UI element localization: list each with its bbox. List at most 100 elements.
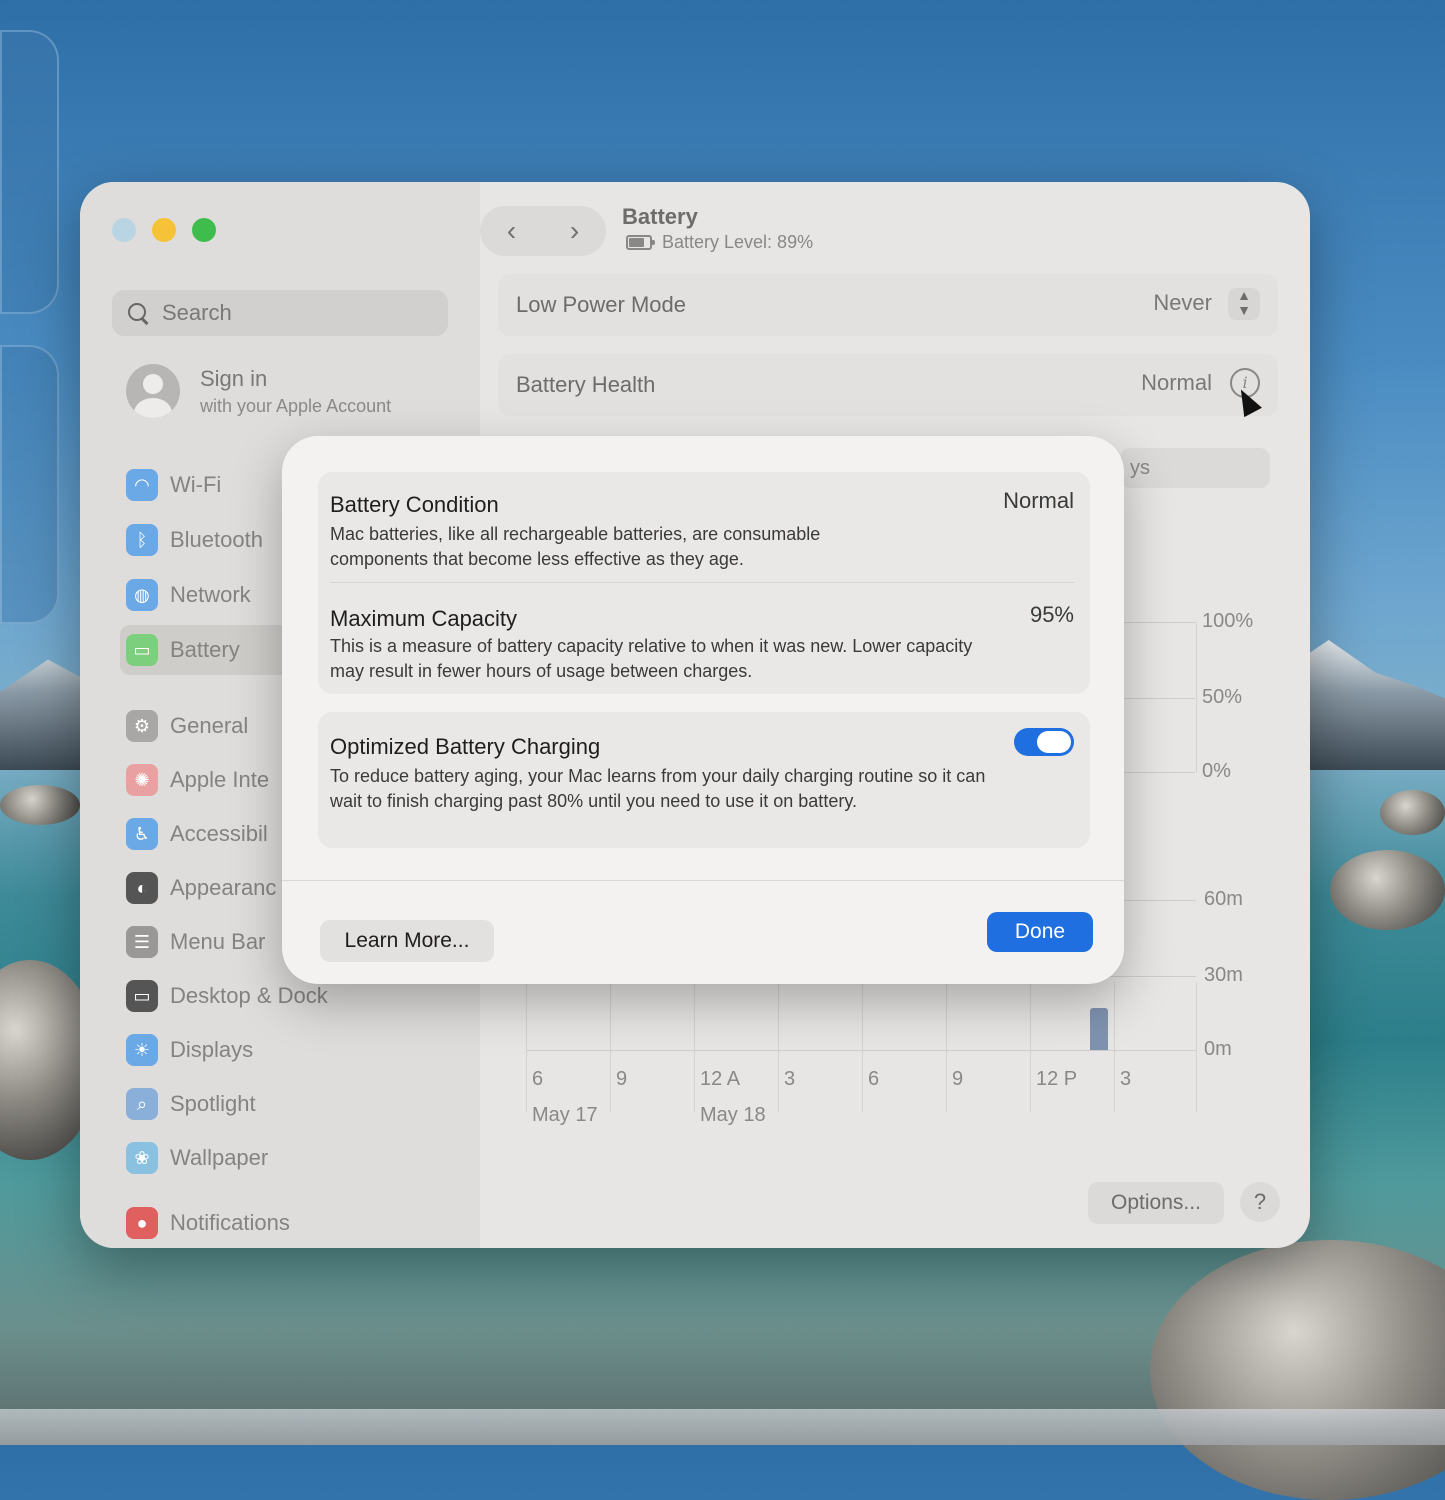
sidebar-item-displays[interactable]: ☀ Displays: [120, 1025, 450, 1075]
x-tick-label: 3: [1120, 1068, 1132, 1090]
optimized-charging-card: Optimized Battery Charging To reduce bat…: [318, 712, 1090, 848]
account-title: Sign in: [200, 365, 268, 391]
background-window-edge: [0, 345, 59, 624]
chart-gridline-vertical: [1196, 982, 1197, 1112]
usage-bar: [1090, 1008, 1108, 1050]
x-tick-label: 6: [532, 1068, 544, 1090]
battery-health-label: Battery Health: [516, 372, 656, 397]
wallpaper-rock: [0, 785, 80, 825]
x-tick-label: 12 A: [700, 1068, 741, 1090]
background-window-edge: [0, 30, 59, 314]
help-button[interactable]: ?: [1240, 1182, 1280, 1222]
back-button[interactable]: ‹: [507, 215, 516, 247]
sidebar-item-label: Menu Bar: [170, 929, 266, 954]
level-tick-label: 0%: [1202, 760, 1231, 782]
date-label: May 17: [532, 1104, 598, 1126]
gear-icon: ⚙: [126, 710, 158, 742]
wallpaper-rock: [1380, 790, 1445, 835]
accessibility-icon: ♿: [126, 818, 158, 850]
sidebar-item-label: General: [170, 713, 249, 738]
battery-icon: ▭: [126, 634, 158, 666]
spotlight-icon: ⌕: [126, 1088, 158, 1120]
account-subtitle: with your Apple Account: [200, 395, 392, 416]
battery-health-row: Battery Health Normal i: [498, 354, 1278, 416]
low-power-mode-value[interactable]: Never: [1153, 290, 1212, 316]
wallpaper-mountain: [1290, 640, 1445, 770]
wallpaper-rock: [1150, 1240, 1445, 1500]
battery-condition-value: Normal: [1003, 488, 1074, 513]
level-tick-label: 100%: [1202, 610, 1254, 632]
sidebar-item-label: Network: [170, 582, 251, 607]
sidebar-item-label: Bluetooth: [170, 527, 263, 552]
forward-button[interactable]: ›: [570, 215, 579, 247]
x-tick-label: 3: [784, 1068, 796, 1090]
segmented-control-partial[interactable]: ys: [1120, 448, 1270, 488]
battery-health-value: Normal: [1141, 370, 1212, 395]
done-button[interactable]: Done: [987, 912, 1093, 952]
sidebar-item-wallpaper[interactable]: ❀ Wallpaper: [120, 1133, 450, 1183]
level-tick-label: 50%: [1202, 686, 1243, 708]
maximum-capacity-description: This is a measure of battery capacity re…: [330, 636, 973, 681]
chart-gridline-vertical: [862, 982, 863, 1112]
close-button[interactable]: [112, 218, 136, 242]
battery-level: Battery Level: 89%: [626, 232, 813, 253]
dock: [0, 1409, 1445, 1445]
sidebar-item-label: Accessibil: [170, 821, 268, 846]
battery-condition-description: Mac batteries, like all rechargeable bat…: [330, 524, 821, 569]
appearance-icon: ◐: [126, 872, 158, 904]
maximum-capacity-value: 95%: [1029, 602, 1074, 627]
divider: [282, 880, 1124, 881]
wallpaper-icon: ❀: [126, 1142, 158, 1174]
displays-icon: ☀: [126, 1034, 158, 1066]
wallpaper-rock: [1330, 850, 1445, 930]
optimized-charging-toggle[interactable]: [1014, 728, 1074, 756]
chart-gridline-vertical: [1030, 982, 1031, 1112]
sidebar-item-label: Spotlight: [170, 1091, 256, 1116]
desktop-dock-icon: ▭: [126, 980, 158, 1012]
battery-condition-title: Battery Condition: [330, 492, 499, 517]
maximum-capacity-title: Maximum Capacity: [330, 606, 518, 631]
x-tick-label: 12 P: [1036, 1068, 1078, 1090]
zoom-button[interactable]: [192, 218, 216, 242]
sidebar-item-label: Notifications: [170, 1210, 290, 1235]
sidebar-item-label: Desktop & Dock: [170, 983, 328, 1008]
search-icon: [126, 301, 150, 325]
x-tick-label: 9: [616, 1068, 628, 1090]
low-power-mode-row: Low Power Mode Never ▲ ▼: [498, 274, 1278, 336]
apple-account-sign-in[interactable]: Sign in with your Apple Account: [126, 364, 391, 418]
search-field[interactable]: Search: [112, 290, 448, 336]
bluetooth-icon: ᛒ: [126, 524, 158, 556]
apple-intelligence-icon: ✺: [126, 764, 158, 796]
sidebar-item-label: Battery: [170, 637, 240, 662]
chart-gridline-vertical: [526, 982, 527, 1112]
learn-more-button[interactable]: Learn More...: [320, 920, 494, 962]
minimize-button[interactable]: [152, 218, 176, 242]
search-placeholder: Search: [162, 300, 232, 325]
up-down-chevron-icon[interactable]: ▲ ▼: [1228, 288, 1260, 320]
chart-gridline-vertical: [946, 982, 947, 1112]
notifications-icon: ●: [126, 1207, 158, 1239]
chart-gridline-vertical: [1196, 622, 1197, 772]
battery-icon: [626, 235, 655, 250]
chart-gridline-vertical: [610, 982, 611, 1112]
battery-condition-card: Battery Condition Normal Mac batteries, …: [318, 472, 1090, 694]
chart-gridline-vertical: [778, 982, 779, 1112]
usage-tick-label: 0m: [1204, 1038, 1232, 1060]
wifi-icon: ◠: [126, 469, 158, 501]
globe-icon: ◍: [126, 579, 158, 611]
level-gridline: [1120, 622, 1195, 623]
battery-level-text: Battery Level: 89%: [662, 232, 814, 252]
sidebar-item-spotlight[interactable]: ⌕ Spotlight: [120, 1079, 450, 1129]
low-power-mode-label: Low Power Mode: [516, 292, 686, 317]
avatar: [126, 364, 180, 418]
divider: [330, 582, 1074, 583]
options-button[interactable]: Options...: [1088, 1182, 1224, 1224]
history-navigation: ‹ ›: [480, 206, 606, 256]
sidebar-item-notifications[interactable]: ● Notifications: [120, 1198, 450, 1248]
chart-gridline-vertical: [1114, 982, 1115, 1112]
x-tick-label: 9: [952, 1068, 964, 1090]
x-tick-label: 6: [868, 1068, 880, 1090]
sidebar-item-label: Wi-Fi: [170, 472, 222, 497]
date-label: May 18: [700, 1104, 766, 1126]
sidebar-item-label: Appearanc: [170, 875, 277, 900]
